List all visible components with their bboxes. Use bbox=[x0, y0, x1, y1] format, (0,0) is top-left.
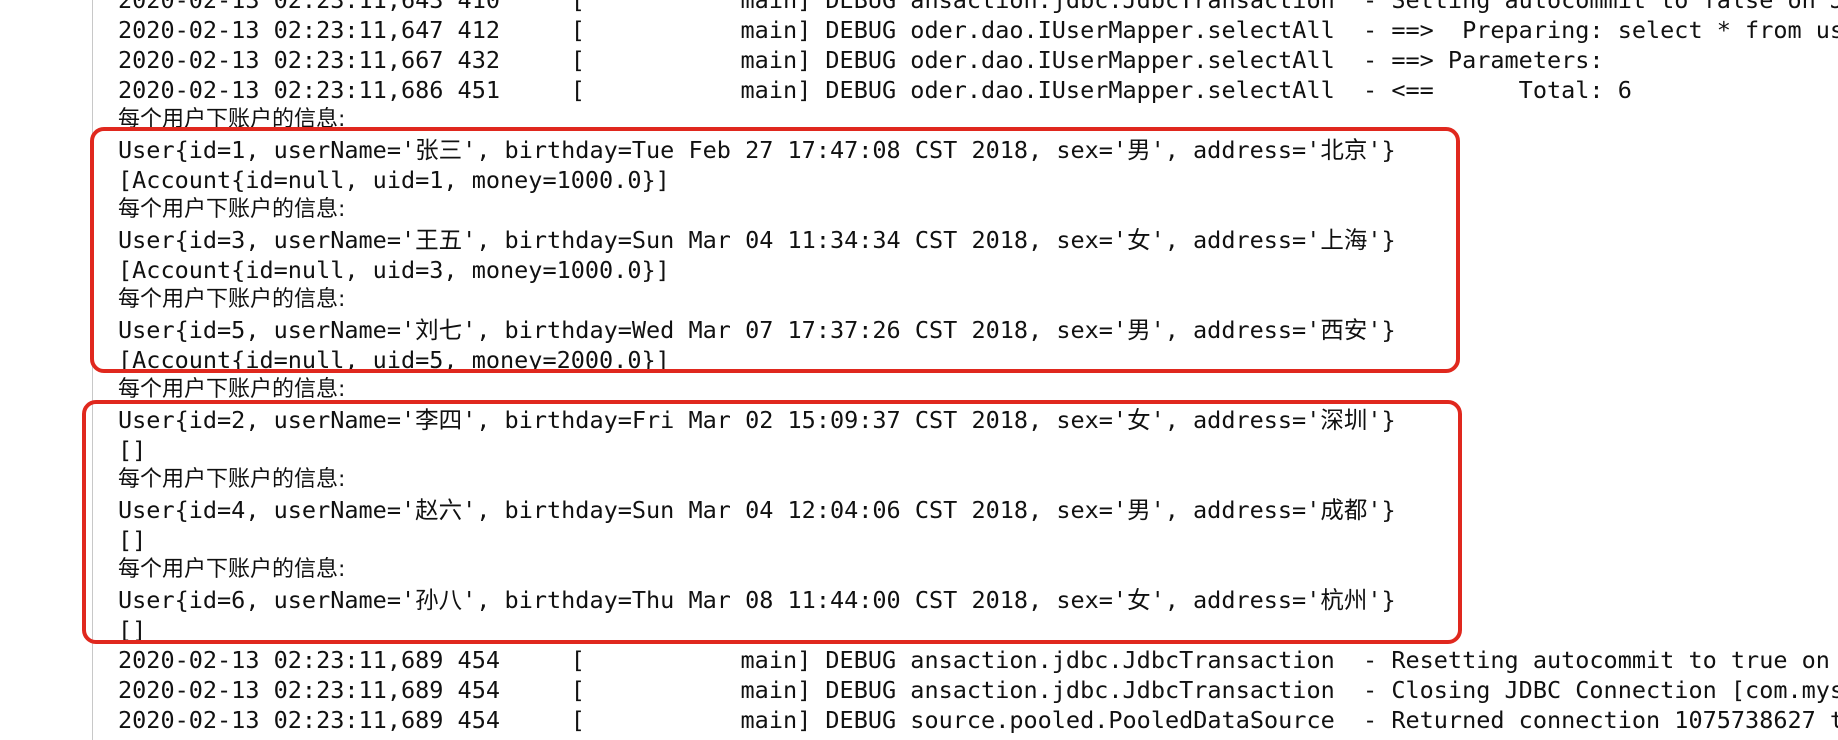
log-line: 2020-02-13 02:23:11,689 454 [ main] DEBU… bbox=[118, 706, 1838, 734]
log-line: 2020-02-13 02:23:11,686 451 [ main] DEBU… bbox=[118, 76, 1632, 104]
account-line: [Account{id=null, uid=5, money=2000.0}] bbox=[118, 346, 670, 374]
user-line: User{id=5, userName='刘七', birthday=Wed M… bbox=[118, 316, 1396, 344]
console-gutter-divider bbox=[92, 0, 93, 740]
user-line: User{id=3, userName='王五', birthday=Sun M… bbox=[118, 226, 1396, 254]
account-line: [] bbox=[118, 436, 147, 464]
account-line: [Account{id=null, uid=3, money=1000.0}] bbox=[118, 256, 670, 284]
section-header-line: 每个用户下账户的信息: bbox=[118, 197, 346, 222]
section-header-line: 每个用户下账户的信息: bbox=[118, 377, 346, 402]
console-lines: 2020-02-13 02:23:11,643 410 [ main] DEBU… bbox=[118, 0, 1838, 735]
account-line: [] bbox=[118, 526, 147, 554]
log-line: 2020-02-13 02:23:11,643 410 [ main] DEBU… bbox=[118, 0, 1838, 14]
log-line: 2020-02-13 02:23:11,689 454 [ main] DEBU… bbox=[118, 646, 1830, 674]
account-line: [] bbox=[118, 616, 147, 644]
user-line: User{id=1, userName='张三', birthday=Tue F… bbox=[118, 136, 1396, 164]
console-output[interactable]: 2020-02-13 02:23:11,643 410 [ main] DEBU… bbox=[0, 0, 1838, 740]
user-line: User{id=4, userName='赵六', birthday=Sun M… bbox=[118, 496, 1396, 524]
account-line: [Account{id=null, uid=1, money=1000.0}] bbox=[118, 166, 670, 194]
section-header-line: 每个用户下账户的信息: bbox=[118, 557, 346, 582]
section-header-line: 每个用户下账户的信息: bbox=[118, 467, 346, 492]
section-header-line: 每个用户下账户的信息: bbox=[118, 107, 346, 132]
log-line: 2020-02-13 02:23:11,667 432 [ main] DEBU… bbox=[118, 46, 1618, 74]
log-line: 2020-02-13 02:23:11,647 412 [ main] DEBU… bbox=[118, 16, 1838, 44]
log-line: 2020-02-13 02:23:11,689 454 [ main] DEBU… bbox=[118, 676, 1838, 704]
section-header-line: 每个用户下账户的信息: bbox=[118, 287, 346, 312]
user-line: User{id=6, userName='孙八', birthday=Thu M… bbox=[118, 586, 1396, 614]
user-line: User{id=2, userName='李四', birthday=Fri M… bbox=[118, 406, 1396, 434]
